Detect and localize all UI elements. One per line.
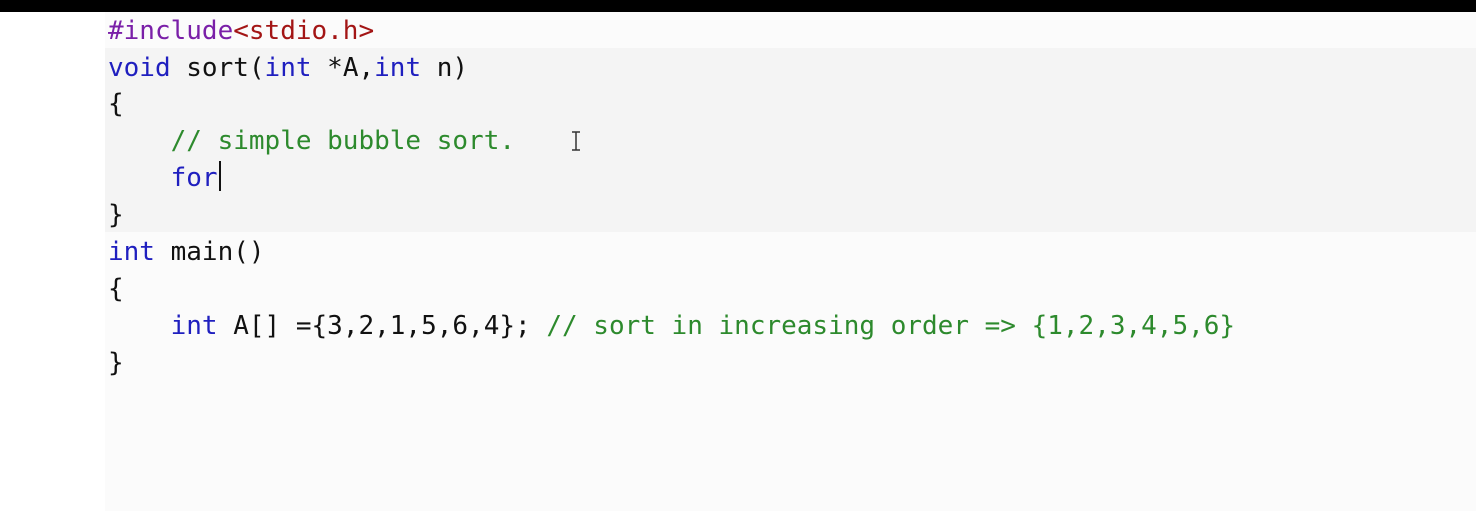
keyword-int: int — [170, 311, 218, 341]
comment: // sort in increasing order => {1,2,3,4,… — [546, 311, 1236, 341]
param-a: *A, — [311, 53, 375, 83]
code-line-1[interactable]: #include<stdio.h> — [108, 13, 374, 49]
code-line-8[interactable]: { — [108, 271, 124, 307]
code-line-4[interactable]: // simple bubble sort. — [108, 123, 515, 159]
function-name-sort: sort( — [170, 53, 265, 83]
code-line-6[interactable]: } — [108, 197, 124, 233]
function-name-main: main() — [154, 237, 265, 267]
open-brace: { — [108, 274, 124, 304]
array-declaration: A[] ={3,2,1,5,6,4}; — [217, 311, 547, 341]
ibeam-cursor-icon — [570, 130, 582, 152]
code-line-2[interactable]: void sort(int *A,int n) — [108, 50, 468, 86]
keyword-for: for — [170, 163, 218, 193]
keyword-int: int — [264, 53, 312, 83]
preprocessor-directive: #include — [108, 16, 234, 46]
param-n: n) — [421, 53, 469, 83]
code-line-7[interactable]: int main() — [108, 234, 265, 270]
code-line-9[interactable]: int A[] ={3,2,1,5,6,4}; // sort in incre… — [108, 308, 1235, 344]
keyword-void: void — [108, 53, 171, 83]
code-line-5[interactable]: for — [108, 160, 221, 196]
close-brace: } — [108, 348, 124, 378]
close-brace: } — [108, 200, 124, 230]
keyword-int: int — [108, 237, 155, 267]
editor-gutter — [0, 12, 105, 511]
open-brace: { — [108, 89, 124, 119]
text-caret — [218, 161, 221, 191]
keyword-int: int — [374, 53, 422, 83]
window-top-bar — [0, 0, 1476, 12]
code-line-3[interactable]: { — [108, 86, 124, 122]
include-path: <stdio.h> — [233, 16, 375, 46]
code-line-10[interactable]: } — [108, 345, 124, 381]
comment: // simple bubble sort. — [170, 126, 515, 156]
